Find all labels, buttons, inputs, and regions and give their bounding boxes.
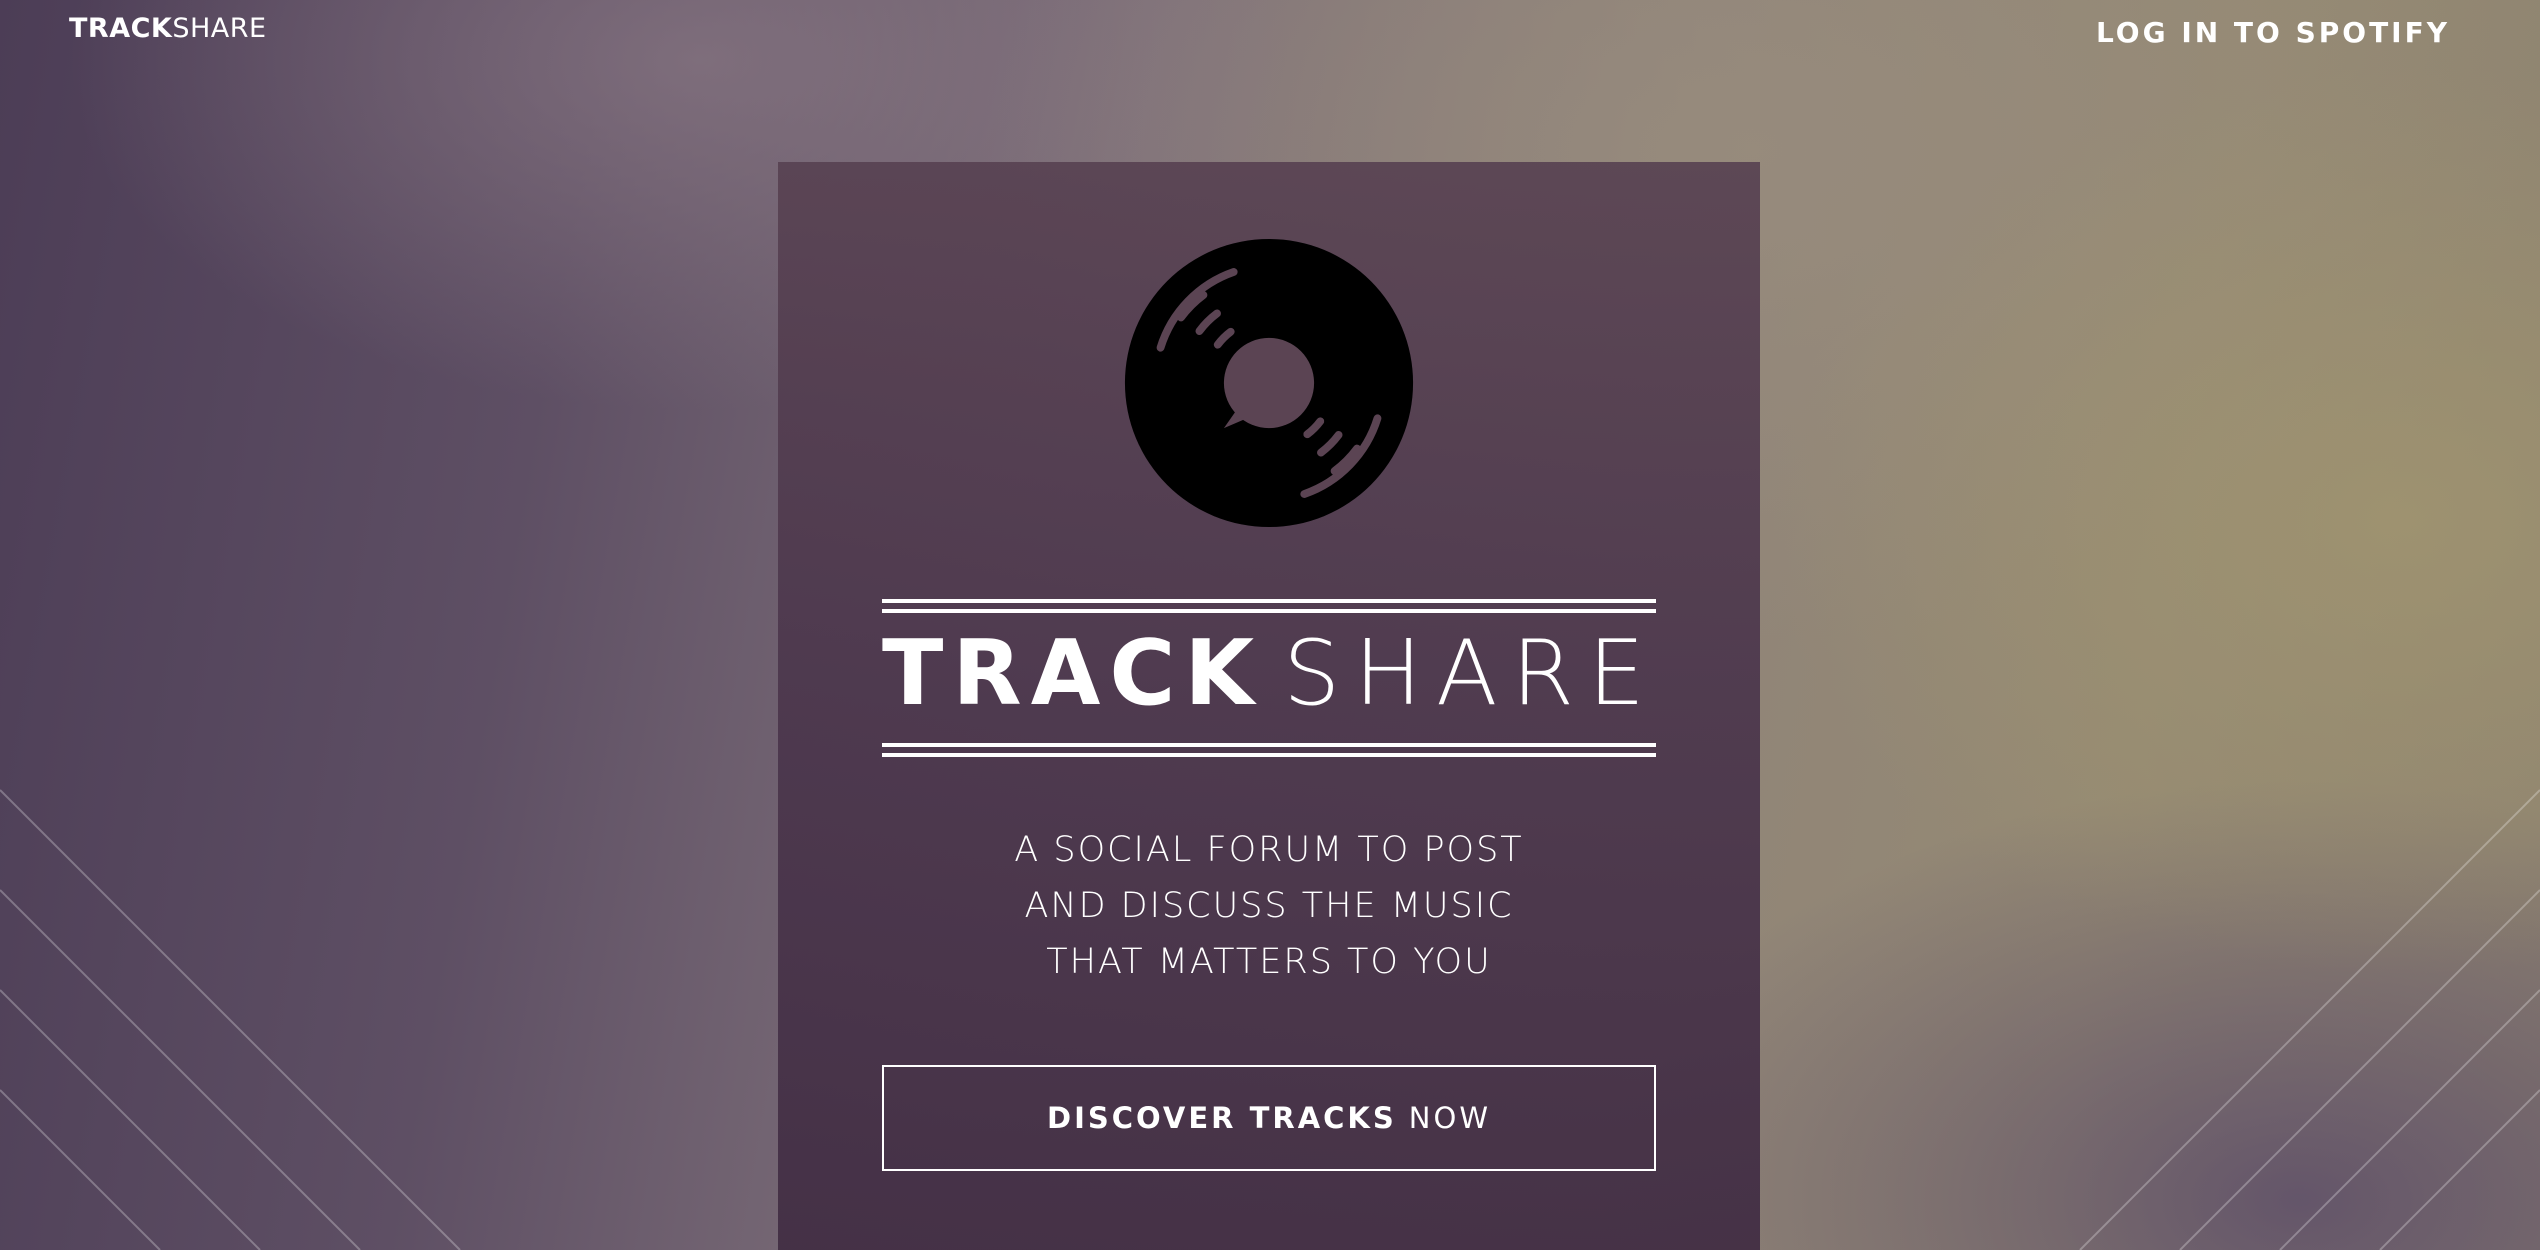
- title-bottom-rule-2: [882, 753, 1656, 757]
- tagline-line: A SOCIAL FORUM TO POST: [1014, 830, 1524, 870]
- title-light-text: SHARE: [1283, 621, 1659, 726]
- brand-logo-text[interactable]: TRACKSHARE: [69, 13, 267, 44]
- title-bottom-rule-1: [882, 743, 1656, 747]
- title-bold-text: TRACK: [882, 621, 1264, 726]
- cta-light-text: NOW: [1408, 1101, 1491, 1135]
- brand-light-text: SHARE: [172, 13, 267, 44]
- brand-bold-text: TRACK: [69, 13, 173, 44]
- cta-bold-text: DISCOVER TRACKS: [1047, 1101, 1397, 1135]
- tagline-line: THAT MATTERS TO YOU: [1046, 942, 1492, 982]
- login-spotify-link[interactable]: LOG IN TO SPOTIFY: [2096, 16, 2450, 49]
- discover-tracks-button[interactable]: DISCOVER TRACKS NOW: [882, 1065, 1656, 1171]
- tagline: A SOCIAL FORUM TO POST AND DISCUSS THE M…: [882, 822, 1656, 990]
- hero-card: TRACK SHARE A SOCIAL FORUM TO POST AND DI…: [778, 162, 1760, 1250]
- vinyl-record-speech-bubble-icon: [1124, 238, 1414, 528]
- tagline-line: AND DISCUSS THE MUSIC: [1024, 886, 1514, 926]
- title-top-rule-1: [882, 599, 1656, 603]
- title-top-rule-2: [882, 609, 1656, 613]
- page-title: TRACK SHARE: [882, 622, 1656, 726]
